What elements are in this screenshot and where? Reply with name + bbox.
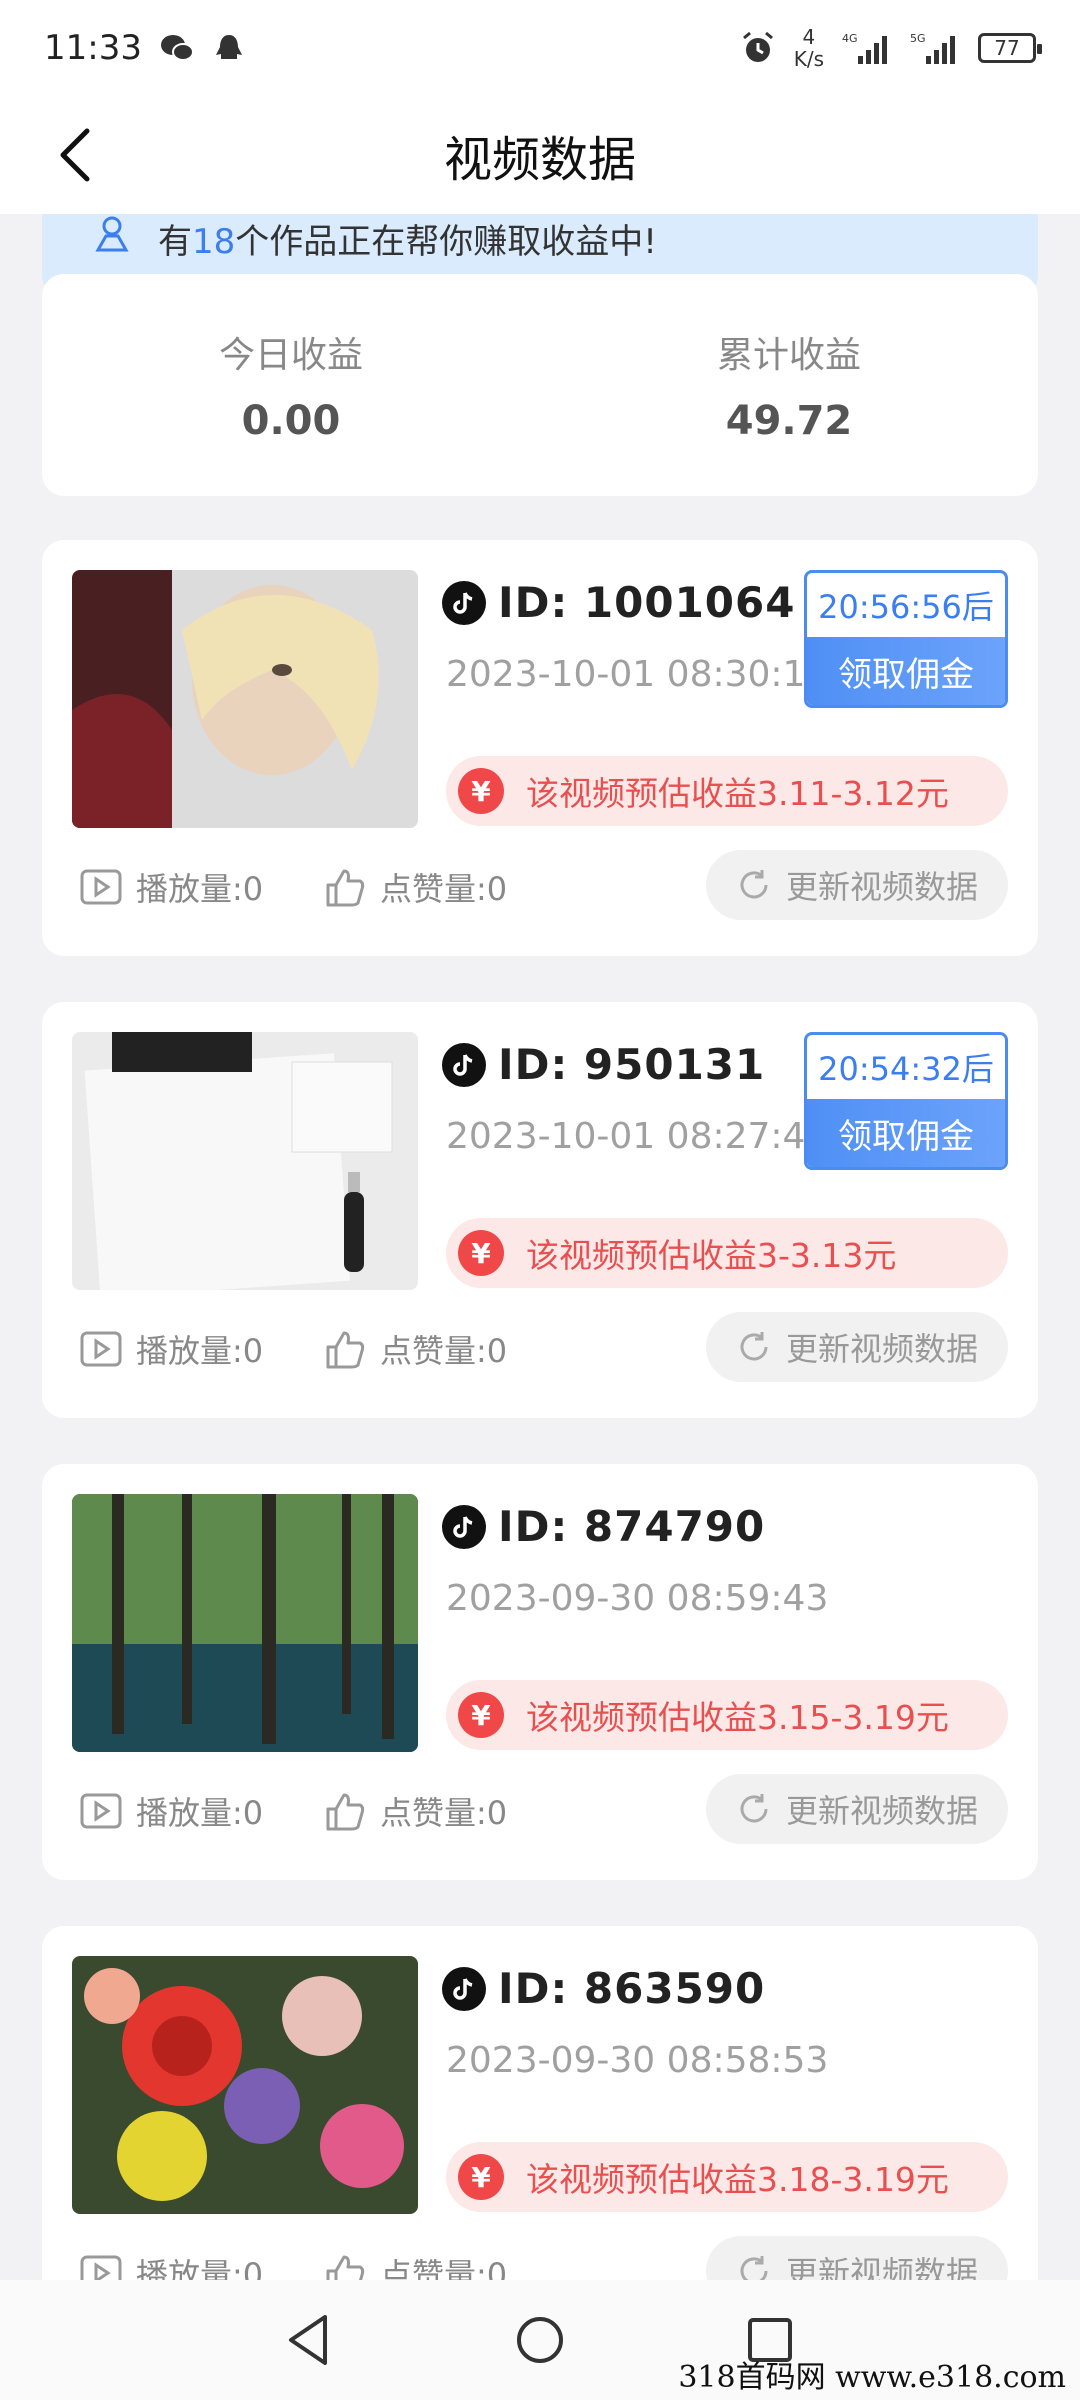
thumbs-up-icon [326, 1793, 365, 1831]
play-count: 播放量:0 [80, 1788, 263, 1834]
status-bar: 11:33 4 K/s 4G 5G 77 [0, 0, 1080, 96]
tiktok-icon [442, 580, 486, 625]
update-video-data-button[interactable]: 更新视频数据 [706, 2236, 1008, 2280]
yen-icon: ¥ [458, 2154, 504, 2200]
video-thumbnail[interactable] [72, 1032, 418, 1290]
nav-back-button[interactable] [278, 2310, 338, 2370]
video-thumbnail[interactable] [72, 1956, 418, 2214]
estimated-earnings: ¥ 该视频预估收益3-3.13元 [446, 1218, 1008, 1288]
claim-commission-button[interactable]: 领取佣金 [807, 637, 1005, 705]
play-icon [80, 2255, 122, 2280]
video-id: ID: 950131 [498, 1040, 766, 1089]
claim-commission-box[interactable]: 20:54:32后 领取佣金 [804, 1032, 1008, 1170]
svg-text:5G: 5G [910, 32, 926, 45]
triangle-back-icon [289, 2315, 327, 2365]
like-count: 点赞量:0 [324, 1788, 507, 1834]
video-id-row: ID: 863590 [442, 1964, 765, 2013]
video-card: ID: 1001064 2023-10-01 08:30:11 20:56:56… [42, 540, 1038, 956]
video-thumbnail[interactable] [72, 1494, 418, 1752]
yen-icon: ¥ [458, 1692, 504, 1738]
refresh-icon [740, 1332, 768, 1361]
video-date: 2023-09-30 08:59:43 [446, 1578, 829, 1619]
video-card: ID: 874790 2023-09-30 08:59:43 ¥ 该视频预估收益… [42, 1464, 1038, 1880]
nav-home-button[interactable] [510, 2310, 570, 2370]
today-earnings-label: 今日收益 [218, 335, 363, 376]
tiktok-icon [442, 1966, 486, 2011]
signal-5g-icon: 5G [910, 32, 955, 64]
countdown-timer: 20:54:32后 [818, 1050, 994, 1088]
total-earnings-label: 累计收益 [716, 335, 861, 376]
video-date: 2023-10-01 08:30:11 [446, 654, 806, 695]
thumbs-up-icon [326, 1331, 365, 1369]
alarm-icon [742, 31, 773, 62]
play-count: 播放量:0 [80, 864, 263, 910]
video-id-row: ID: 874790 [442, 1502, 765, 1551]
today-earnings-value: 0.00 [241, 398, 341, 444]
circle-home-icon [517, 2317, 563, 2363]
play-icon [80, 1793, 122, 1829]
video-id: ID: 863590 [498, 1964, 766, 2013]
title-bar: 视频数据 [0, 96, 1080, 214]
video-id-row: ID: 1001064 [442, 578, 795, 627]
play-icon [80, 1331, 122, 1367]
tiktok-icon [442, 1504, 486, 1549]
update-video-data-button[interactable]: 更新视频数据 [706, 1312, 1008, 1382]
chevron-left-icon [60, 128, 90, 182]
today-earnings: 今日收益 0.00 [42, 274, 540, 496]
like-count: 点赞量:0 [324, 2250, 507, 2280]
yen-icon: ¥ [458, 768, 504, 814]
thumbs-up-icon [326, 869, 365, 907]
play-count: 播放量:0 [80, 1326, 263, 1372]
back-button[interactable] [40, 120, 110, 190]
user-icon [95, 216, 129, 252]
battery-icon: 77 [978, 33, 1042, 63]
play-count: 播放量:0 [80, 2250, 263, 2280]
play-icon [80, 869, 122, 905]
refresh-icon [740, 1794, 768, 1823]
notice-text: 有18个作品正在帮你赚取收益中! [158, 222, 657, 262]
qq-icon [215, 35, 242, 59]
thumbs-up-icon [326, 2255, 365, 2280]
video-id: ID: 874790 [498, 1502, 766, 1551]
total-earnings: 累计收益 49.72 [540, 274, 1038, 496]
total-earnings-value: 49.72 [725, 398, 853, 444]
signal-4g-icon: 4G [842, 32, 887, 64]
video-date: 2023-09-30 08:58:53 [446, 2040, 829, 2081]
wechat-icon [160, 35, 194, 61]
update-video-data-button[interactable]: 更新视频数据 [706, 1774, 1008, 1844]
estimated-earnings: ¥ 该视频预估收益3.18-3.19元 [446, 2142, 1008, 2212]
video-id-row: ID: 950131 [442, 1040, 765, 1089]
video-id: ID: 1001064 [498, 578, 796, 627]
page-title: 视频数据 [443, 132, 636, 188]
yen-icon: ¥ [458, 1230, 504, 1276]
tiktok-icon [442, 1042, 486, 1087]
refresh-icon [740, 2256, 768, 2280]
notice-count: 18 [192, 222, 236, 262]
clock: 11:33 [44, 28, 142, 68]
estimated-earnings: ¥ 该视频预估收益3.15-3.19元 [446, 1680, 1008, 1750]
like-count: 点赞量:0 [324, 864, 507, 910]
video-thumbnail[interactable] [72, 570, 418, 828]
claim-commission-button[interactable]: 领取佣金 [807, 1099, 1005, 1167]
estimated-earnings: ¥ 该视频预估收益3.11-3.12元 [446, 756, 1008, 826]
update-video-data-button[interactable]: 更新视频数据 [706, 850, 1008, 920]
refresh-icon [740, 870, 768, 899]
video-date: 2023-10-01 08:27:47 [446, 1116, 806, 1157]
net-speed: 4 K/s [793, 25, 824, 71]
video-card: ID: 863590 2023-09-30 08:58:53 ¥ 该视频预估收益… [42, 1926, 1038, 2280]
countdown-timer: 20:56:56后 [818, 588, 994, 626]
watermark: 318首码网 www.e318.com [678, 2360, 1066, 2395]
claim-commission-box[interactable]: 20:56:56后 领取佣金 [804, 570, 1008, 708]
like-count: 点赞量:0 [324, 1326, 507, 1372]
scroll-content[interactable]: 有18个作品正在帮你赚取收益中! 今日收益 0.00 累计收益 49.72 ID… [0, 214, 1080, 2280]
system-nav-bar: 318首码网 www.e318.com [0, 2280, 1080, 2400]
earnings-card: 今日收益 0.00 累计收益 49.72 [42, 274, 1038, 496]
video-card: ID: 950131 2023-10-01 08:27:47 20:54:32后… [42, 1002, 1038, 1418]
svg-text:4G: 4G [842, 32, 858, 45]
